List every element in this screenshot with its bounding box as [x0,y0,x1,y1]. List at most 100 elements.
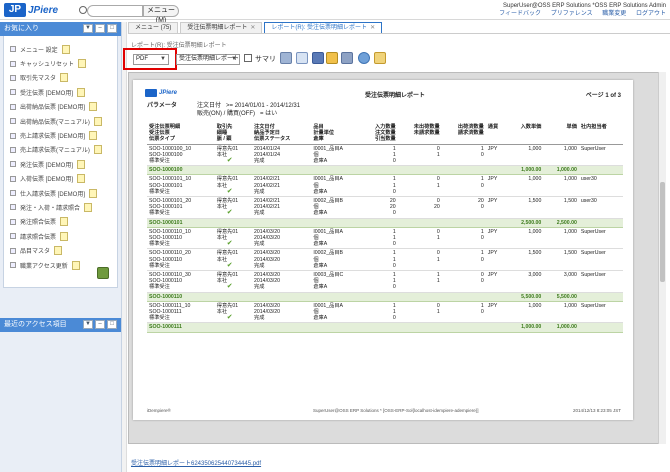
window-icon [10,46,16,53]
favorite-item[interactable]: 出荷納品伝票 [DEMO用] [4,100,117,114]
tab-sales-order-report[interactable]: 受注伝票明細レポート ✕ [180,22,263,33]
note-icon [71,260,80,270]
minimize-icon[interactable]: – [95,24,105,33]
table-cell: 1 0 [441,174,486,198]
table-row[interactable]: SOO-1000101_10 SOO-1000101 標準受注 得意先01 本社 ✔… [147,174,623,198]
left-panel: お気に入り ▼ – □ メニュー 設定キャッシュリセット 取引先マスタ 受注伝票 [… [0,22,122,472]
note-icon [89,188,98,198]
window-icon [10,161,16,168]
param-date-label: 注文日付 [197,103,222,109]
cell-text: I0001_品目A 個 倉庫A [313,176,344,195]
table-cell: 1,000 [506,174,544,198]
drill-icon[interactable] [312,52,324,64]
favorite-item[interactable]: メニュー 設定 [4,42,117,56]
cell-text: 2014/03/20 2014/03/20 完成 [254,250,280,269]
search-icon[interactable] [79,6,87,14]
favorite-label: メニュー 設定 [20,47,58,54]
table-cell: SOO-1000110_10 SOO-1000110 標準受注 [147,227,215,250]
panel-splitter[interactable] [122,22,127,472]
favorite-label: 発注伝票 [DEMO用] [20,162,74,169]
customize-icon[interactable] [280,52,292,64]
menu-search-input[interactable] [87,5,143,17]
cell-text: SuperUser [580,272,606,279]
wizard-icon[interactable] [374,52,386,64]
minimize-icon[interactable]: – [95,320,105,329]
cell-text: I0001_品目A 個 倉庫A [313,145,344,165]
window-icon [10,146,16,153]
favorite-item[interactable]: キャッシュリセット [4,56,117,70]
favorite-item[interactable]: 仕入請求伝票 [DEMO用] [4,186,117,200]
note-icon [60,217,69,227]
table-cell: 2014/02/21 2014/02/21 完成 [252,174,312,198]
collapse-icon[interactable]: ▼ [83,320,93,329]
refresh-icon[interactable] [358,52,370,64]
table-cell: 1 0 [441,248,486,272]
favorite-item[interactable]: 発注伝票 [DEMO用] [4,157,117,171]
note-icon [84,202,93,212]
cell-text: SOO-1000101_20 SOO-1000101 標準受注 [149,198,192,217]
cell-text: 20 20 0 [389,198,396,217]
table-row[interactable]: SOO-1000111_10 SOO-1000111 標準受注 得意先01 本社 ✔… [147,301,623,324]
favorite-item[interactable]: 発注照合伝票 [4,215,117,229]
tab-menu[interactable]: メニュー (75) [128,22,179,33]
maximize-icon[interactable]: □ [107,320,117,329]
user-links: フィードバック プリファレンス 職業変更 ログアウト [491,10,666,18]
collapse-icon[interactable]: ▼ [83,24,93,33]
cell-text: 1 1 [436,272,440,285]
scroll-thumb[interactable] [660,182,665,282]
close-icon[interactable]: ✕ [370,25,375,31]
favorite-item[interactable]: 出荷納品伝票(マニュアル) [4,114,117,128]
table-row[interactable]: SOO-1000110_30 SOO-1000110 標準受注 得意先01 本社 ✔… [147,270,623,293]
recent-header[interactable]: 最近のアクセス項目 ▼ – □ [0,318,121,332]
note-icon [60,73,69,83]
table-row[interactable]: SOO-1000101_20 SOO-1000101 標準受注 得意先01 本社 ✔… [147,196,623,219]
output-format-select[interactable]: PDF ▼ [133,54,169,65]
app-logo[interactable]: JP JPiere [4,3,58,17]
archive-icon[interactable] [326,52,338,64]
table-cell: JPY [485,248,507,272]
favorite-item[interactable]: 品目マスタ [4,243,117,257]
logout-link[interactable]: ログアウト [636,11,666,17]
table-cell: JPY [485,174,507,198]
export-icon[interactable] [341,52,353,64]
note-icon [89,131,98,141]
favorite-item[interactable]: 請求照合伝票 [4,229,117,243]
summary-checkbox[interactable] [244,54,252,62]
favorite-item[interactable]: 受注伝票 [DEMO用] [4,85,117,99]
cell-text: 1,000 [528,176,542,183]
trash-icon[interactable] [97,267,109,279]
print-format-select[interactable]: 受注伝票明細レポート ▼ [176,54,240,65]
param-date-value: >= 2014/01/01 - 2014/12/31 [226,103,301,109]
cell-text: 1 1 0 [392,228,396,248]
menu-button[interactable]: メニュー(M) [143,5,179,24]
table-cell: 1 0 [441,144,486,167]
favorite-item[interactable]: 取引先マスタ [4,71,117,85]
maximize-icon[interactable]: □ [107,24,117,33]
report-title: 受注伝票明細レポート [365,93,426,99]
table-row[interactable]: SOO-1000100_10 SOO-1000100 標準受注 得意先01 本社 ✔… [147,144,623,167]
cell-text: SOO-1000110_30 SOO-1000110 標準受注 [149,272,191,291]
cell-text: 得意先01 本社 [216,250,239,263]
favorite-item[interactable]: 発注・入荷・請求照合 [4,200,117,214]
cell-text: JPY [487,302,498,309]
table-cell: 2014/03/20 2014/03/20 完成 [252,227,312,250]
change-role-link[interactable]: 職業変更 [602,11,626,17]
favorites-header[interactable]: お気に入り ▼ – □ [0,22,121,36]
table-row[interactable]: SOO-1000110_20 SOO-1000110 標準受注 得意先01 本社 ✔… [147,248,623,272]
feedback-link[interactable]: フィードバック [499,11,541,17]
favorite-item[interactable]: 売上請求伝票(マニュアル) [4,143,117,157]
report-footer-center: SuperUser@OSS ERP Solutions * [OSS-ERP-S… [313,408,479,413]
favorite-item[interactable]: 売上請求伝票 [DEMO用] [4,128,117,142]
preferences-link[interactable]: プリファレンス [551,11,593,17]
cell-text: 2014/02/21 2014/02/21 完成 [254,176,280,195]
tab-report[interactable]: レポート(R): 受注伝票明細レポート ✕ [264,22,383,33]
report-scrollbar[interactable] [658,72,666,444]
table-cell: 1 0 [441,301,486,324]
cell-text: 20 0 [477,198,484,211]
pdf-download-link[interactable]: 受注伝票明細レポート624350625440734445.pdf [131,458,261,467]
favorite-item[interactable]: 入荷伝票 [DEMO用] [4,172,117,186]
table-cell: SuperUser [578,144,623,167]
close-icon[interactable]: ✕ [250,25,255,31]
find-icon[interactable] [296,52,308,64]
table-row[interactable]: SOO-1000110_10 SOO-1000110 標準受注 得意先01 本社 ✔… [147,227,623,250]
